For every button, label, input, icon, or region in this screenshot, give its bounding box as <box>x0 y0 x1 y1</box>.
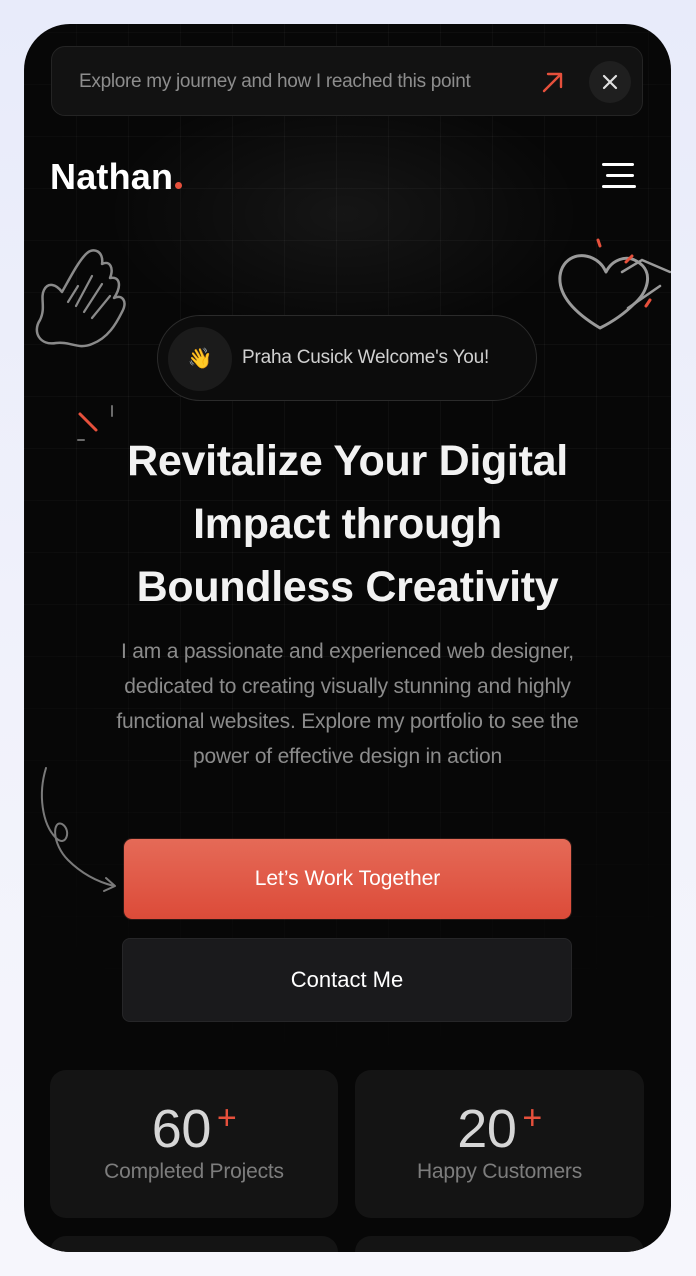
welcome-text: Praha Cusick Welcome's You! <box>242 347 490 368</box>
hero-description-line: functional websites. Explore my portfoli… <box>116 710 579 733</box>
stat-card-partial <box>355 1236 644 1252</box>
device-frame: Explore my journey and how I reached thi… <box>0 0 696 1276</box>
hero-description-line: I am a passionate and experienced web de… <box>121 640 574 663</box>
logo-text: Nathan <box>50 156 174 197</box>
announcement-text[interactable]: Explore my journey and how I reached thi… <box>79 71 471 93</box>
work-together-button[interactable]: Let’s Work Together <box>124 839 571 919</box>
stat-label: Completed Projects <box>104 1160 284 1183</box>
hero-title-line: Impact through <box>193 500 502 548</box>
plus-icon: + <box>216 1099 237 1137</box>
hero-description-line: power of effective design in action <box>193 745 502 768</box>
stat-value: 60 + <box>151 1099 237 1159</box>
hand-doodle-icon <box>35 249 126 348</box>
hero-title-line: Boundless Creativity <box>136 563 559 611</box>
stat-value: 20 + <box>457 1099 542 1159</box>
hero-description-line: dedicated to creating visually stunning … <box>124 675 571 698</box>
stat-card-partial <box>50 1236 338 1252</box>
announcement-bar[interactable]: Explore my journey and how I reached thi… <box>51 46 643 116</box>
waving-hand-icon: 👋 <box>168 327 232 391</box>
close-announcement-button[interactable] <box>589 61 631 103</box>
curly-arrow-doodle-icon <box>40 767 116 892</box>
background-glow <box>104 84 584 344</box>
hero-title: Revitalize Your Digital Impact through B… <box>64 430 631 619</box>
hero-description: I am a passionate and experienced web de… <box>64 634 631 774</box>
hamburger-menu-icon[interactable] <box>600 161 640 193</box>
welcome-badge: 👋 Praha Cusick Welcome's You! <box>157 315 537 401</box>
site-logo[interactable]: Nathan <box>50 156 183 198</box>
close-icon <box>602 74 618 90</box>
contact-me-button[interactable]: Contact Me <box>122 938 572 1022</box>
logo-dot <box>175 182 183 189</box>
hero-title-line: Revitalize Your Digital <box>127 437 568 485</box>
arrow-up-right-icon[interactable] <box>540 69 566 95</box>
heart-doodle-icon <box>558 238 671 330</box>
app-screen: Explore my journey and how I reached thi… <box>24 24 671 1252</box>
stat-card-projects: 60 + Completed Projects <box>50 1070 338 1218</box>
stat-card-customers: 20 + Happy Customers <box>355 1070 644 1218</box>
plus-icon: + <box>522 1099 542 1137</box>
stat-label: Happy Customers <box>416 1160 583 1183</box>
